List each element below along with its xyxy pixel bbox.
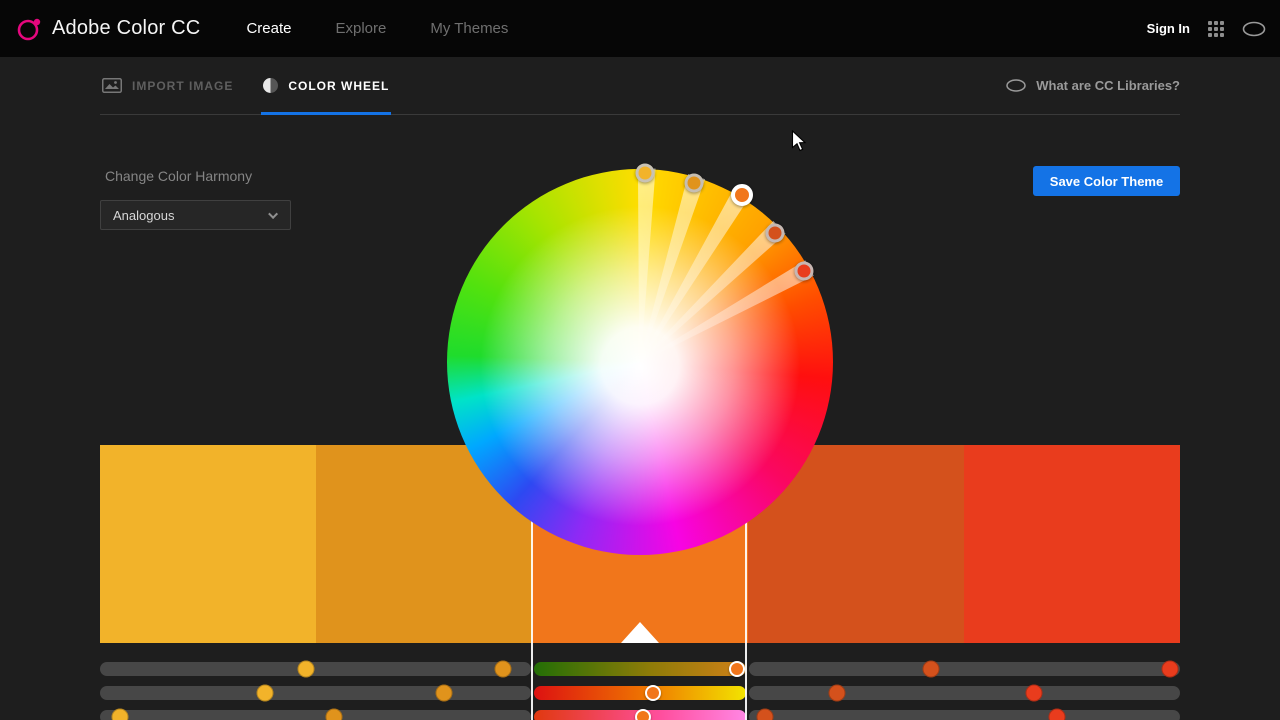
slider-track-row3-left[interactable] xyxy=(100,710,531,720)
slider-handle-row2-swatch4[interactable] xyxy=(828,685,845,702)
creative-cloud-icon[interactable] xyxy=(1242,21,1266,37)
wheel-marker-2[interactable] xyxy=(685,174,704,193)
wheel-spoke xyxy=(634,257,816,374)
top-right-actions: Sign In xyxy=(1147,21,1266,37)
slider-handle-row2-swatch1[interactable] xyxy=(257,685,274,702)
nav-create[interactable]: Create xyxy=(246,20,291,37)
mouse-cursor xyxy=(791,130,809,159)
slider-handle-row1-swatch2[interactable] xyxy=(494,661,511,678)
slider-track-row2-selected[interactable] xyxy=(534,686,746,700)
slider-handle-row1-swatch5[interactable] xyxy=(1162,661,1179,678)
harmony-label: Change Color Harmony xyxy=(105,168,252,184)
apps-grid-icon[interactable] xyxy=(1208,21,1224,37)
slider-track-row3-right[interactable] xyxy=(749,710,1180,720)
chevron-down-icon xyxy=(268,209,278,219)
half-circle-icon xyxy=(263,78,278,93)
adobe-color-app: Adobe Color CC Create Explore My Themes … xyxy=(0,0,1280,720)
wheel-marker-3-selected[interactable] xyxy=(731,184,753,206)
tab-wheel-label: COLOR WHEEL xyxy=(288,79,389,93)
nav-my-themes[interactable]: My Themes xyxy=(430,20,508,37)
wheel-spoke xyxy=(627,168,660,363)
creative-cloud-icon xyxy=(1006,79,1026,92)
selected-swatch-pointer xyxy=(621,622,659,643)
slider-handle-row2-swatch2[interactable] xyxy=(435,685,452,702)
brand-title: Adobe Color CC xyxy=(52,17,200,40)
slider-row-2 xyxy=(100,686,1180,700)
palette-swatch-1[interactable] xyxy=(100,445,316,643)
slider-track-row2-left[interactable] xyxy=(100,686,531,700)
slider-handle-row2-swatch3[interactable] xyxy=(645,685,661,701)
cc-libraries-label: What are CC Libraries? xyxy=(1036,78,1180,93)
wheel-marker-1[interactable] xyxy=(636,164,655,183)
tab-import-label: IMPORT IMAGE xyxy=(132,79,233,93)
nav-explore[interactable]: Explore xyxy=(335,20,386,37)
slider-handle-row1-swatch3[interactable] xyxy=(729,661,745,677)
slider-handle-row3-swatch2[interactable] xyxy=(326,709,343,720)
top-bar: Adobe Color CC Create Explore My Themes … xyxy=(0,0,1280,57)
wheel-marker-5[interactable] xyxy=(795,262,814,281)
wheel-spoke xyxy=(631,218,789,371)
tab-import-image[interactable]: IMPORT IMAGE xyxy=(100,57,235,114)
slider-handle-row1-swatch4[interactable] xyxy=(922,661,939,678)
top-nav: Create Explore My Themes xyxy=(246,20,508,37)
slider-track-row1-left[interactable] xyxy=(100,662,531,676)
slider-handle-row3-swatch3[interactable] xyxy=(635,709,651,720)
slider-handle-row1-swatch1[interactable] xyxy=(298,661,315,678)
slider-track-row3-selected[interactable] xyxy=(534,710,746,720)
slider-track-row2-right[interactable] xyxy=(749,686,1180,700)
wheel-spoke xyxy=(629,189,751,369)
image-icon xyxy=(102,78,122,93)
sign-in-button[interactable]: Sign In xyxy=(1147,21,1190,36)
wheel-marker-4[interactable] xyxy=(766,224,785,243)
active-tab-underline xyxy=(261,112,391,115)
tab-color-wheel[interactable]: COLOR WHEEL xyxy=(261,57,391,114)
slider-handle-row3-swatch4[interactable] xyxy=(756,709,773,720)
brand-logo-link[interactable]: Adobe Color CC xyxy=(16,16,200,42)
slider-row-3 xyxy=(100,710,1180,720)
save-color-theme-button[interactable]: Save Color Theme xyxy=(1033,166,1180,196)
slider-handle-row2-swatch5[interactable] xyxy=(1025,685,1042,702)
adobe-color-logo-icon xyxy=(16,16,42,42)
palette-swatch-5[interactable] xyxy=(964,445,1180,643)
color-wheel[interactable] xyxy=(447,169,833,555)
slider-track-row1-right[interactable] xyxy=(749,662,1180,676)
slider-handle-row3-swatch1[interactable] xyxy=(111,709,128,720)
slider-track-row1-selected[interactable] xyxy=(534,662,746,676)
wheel-spoke xyxy=(628,173,710,366)
slider-handle-row3-swatch5[interactable] xyxy=(1049,709,1066,720)
harmony-dropdown[interactable]: Analogous xyxy=(100,200,291,230)
slider-row-1 xyxy=(100,662,1180,676)
view-tabs-bar: IMPORT IMAGE COLOR WHEEL What are CC Lib… xyxy=(100,57,1180,115)
harmony-selected-value: Analogous xyxy=(113,208,174,223)
cc-libraries-link[interactable]: What are CC Libraries? xyxy=(1006,78,1180,93)
